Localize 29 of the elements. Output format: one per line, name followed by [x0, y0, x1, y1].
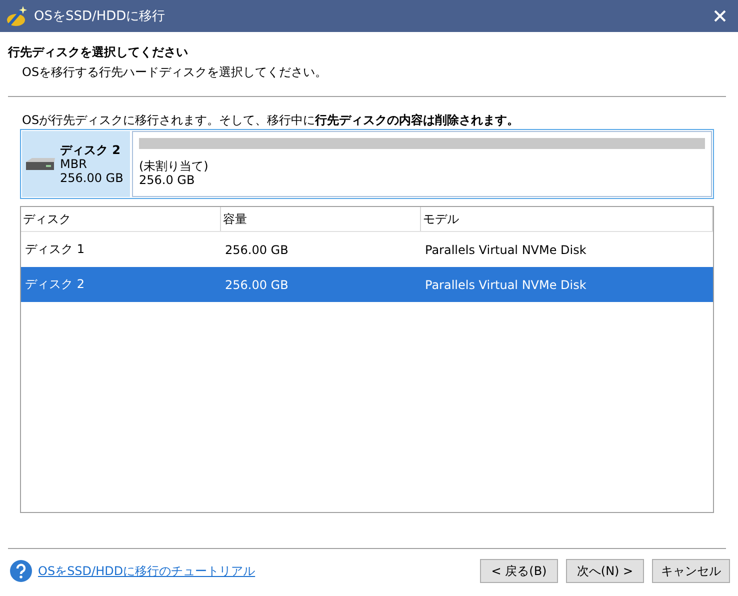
footer-button[interactable]: 次へ(N) >	[566, 559, 644, 583]
help-icon[interactable]	[10, 560, 32, 582]
partition-label: (未割り当て)	[139, 159, 210, 173]
column-header[interactable]: ディスク	[21, 207, 221, 231]
tutorial-link[interactable]: OSをSSD/HDDに移行のチュートリアル	[38, 562, 472, 580]
table-cell-text: Parallels Virtual NVMe Disk	[424, 242, 588, 256]
step-subtitle: OSを移行する行先ハードディスクを選択してください。	[22, 64, 328, 81]
column-header[interactable]: 容量	[221, 207, 421, 231]
partition-size: 256.0 GB	[139, 173, 196, 187]
wand-icon	[6, 5, 28, 27]
footer-button[interactable]: キャンセル	[652, 559, 730, 583]
step-title: 行先ディスクを選択してください	[8, 44, 189, 61]
disk-drive-icon	[24, 157, 56, 171]
footer-button[interactable]: < 戻る(B)	[480, 559, 558, 583]
table-cell-text: ディスク 1	[24, 241, 86, 258]
disk-card[interactable]: ディスク 2 MBR 256.00 GB (未割り当て) 256.0 GB	[20, 129, 714, 199]
disk-type: MBR	[60, 157, 88, 171]
disk-size: 256.00 GB	[60, 171, 124, 185]
table-cell-text: 256.00 GB	[224, 278, 290, 292]
table-cell-text: ディスク 2	[24, 276, 86, 293]
column-header[interactable]: モデル	[421, 207, 713, 231]
partition-block[interactable]: (未割り当て) 256.0 GB	[132, 131, 712, 197]
table-row[interactable]: ディスク 2 256.00 GB Parallels Virtual NVMe Disk	[21, 267, 713, 302]
table-row[interactable]: ディスク 1 256.00 GB Parallels Virtual NVMe Disk	[21, 232, 713, 267]
window-title: OSをSSD/HDDに移行	[34, 8, 166, 25]
warning-text: OSが行先ディスクに移行されます。そして、移行中に行先ディスクの内容は削除されます。	[22, 112, 520, 129]
disk-name: ディスク 2	[60, 143, 122, 157]
table-cell-text: Parallels Virtual NVMe Disk	[424, 278, 588, 292]
table-cell-text: 256.00 GB	[224, 242, 290, 256]
